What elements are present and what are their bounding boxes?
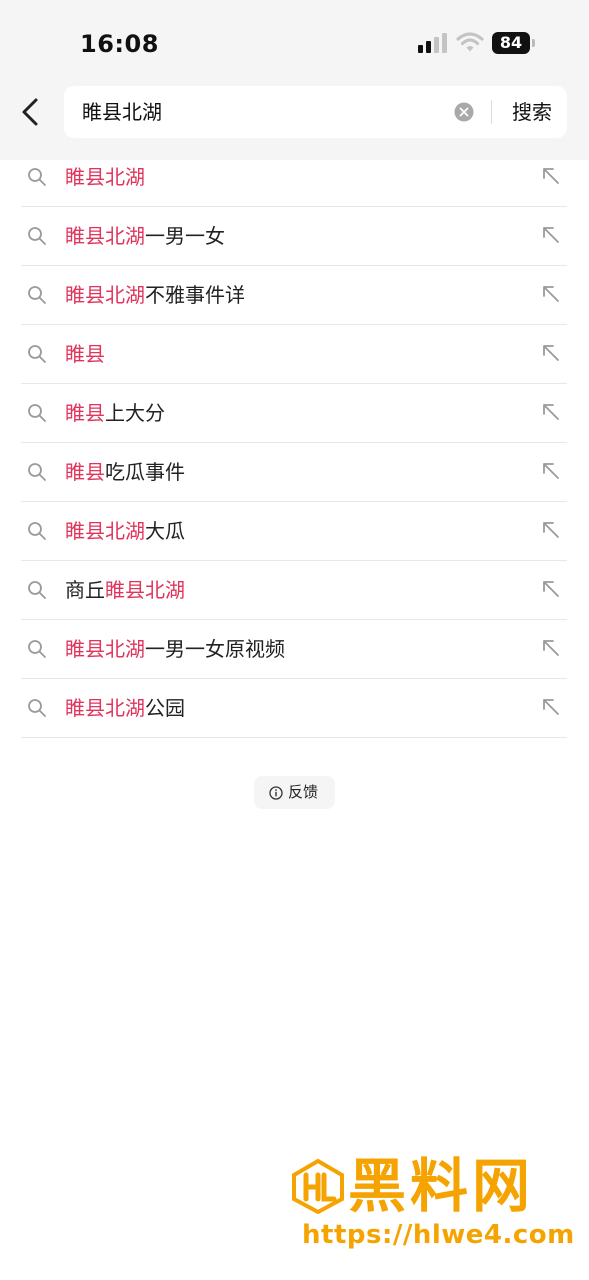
suggestion-item[interactable]: 睢县上大分 [21,384,567,443]
status-time: 16:08 [80,30,159,58]
arrow-up-left-icon[interactable] [541,166,561,186]
suggestion-highlight: 睢县北湖 [65,224,145,248]
arrow-up-left-icon[interactable] [541,225,561,245]
search-icon [28,640,46,658]
arrow-up-left-icon[interactable] [541,402,561,422]
arrow-up-left-icon[interactable] [541,638,561,658]
suggestion-highlight: 睢县北湖 [65,696,145,720]
suggestion-text: 睢县北湖一男一女原视频 [65,620,285,678]
arrow-up-left-icon[interactable] [541,579,561,599]
suggestion-highlight: 睢县北湖 [65,283,145,307]
suggestion-list: 睢县北湖 睢县北湖一男一女 睢县北湖不雅事件详 睢县 睢县上大分 睢县吃瓜事件 … [21,148,567,738]
arrow-up-left-icon[interactable] [541,284,561,304]
suggestion-text: 睢县北湖一男一女 [65,207,225,265]
cellular-signal-icon [418,33,447,53]
suggestion-suffix: 不雅事件详 [145,283,245,307]
suggestion-suffix: 大瓜 [145,519,185,543]
search-icon [28,699,46,717]
suggestion-item[interactable]: 睢县北湖公园 [21,679,567,738]
suggestion-highlight: 睢县 [65,342,105,366]
watermark: 黑料网 https://hlwe4.com [286,1150,576,1260]
search-button[interactable]: 搜索 [502,86,562,138]
suggestion-item[interactable]: 睢县吃瓜事件 [21,443,567,502]
search-box: 睢县北湖 搜索 [64,86,567,138]
search-icon [28,227,46,245]
suggestion-text: 睢县北湖公园 [65,679,185,737]
suggestion-item[interactable]: 睢县 [21,325,567,384]
suggestion-item[interactable]: 睢县北湖 [21,148,567,207]
search-input[interactable]: 睢县北湖 [82,86,442,138]
suggestion-text: 睢县北湖 [65,148,145,206]
watermark-title: 黑料网 [348,1152,535,1220]
suggestion-highlight: 睢县北湖 [65,519,145,543]
suggestion-highlight: 睢县 [65,460,105,484]
info-icon [269,786,283,800]
suggestion-text: 商丘睢县北湖 [65,561,185,619]
suggestion-item[interactable]: 睢县北湖大瓜 [21,502,567,561]
suggestion-suffix: 吃瓜事件 [105,460,185,484]
suggestion-text: 睢县吃瓜事件 [65,443,185,501]
search-icon [28,522,46,540]
arrow-up-left-icon[interactable] [541,520,561,540]
suggestion-highlight: 睢县北湖 [65,637,145,661]
suggestion-text: 睢县上大分 [65,384,165,442]
search-icon [28,286,46,304]
status-bar: 16:08 84 [0,0,589,80]
suggestion-suffix: 公园 [145,696,185,720]
suggestion-highlight: 睢县北湖 [105,578,185,602]
watermark-url: https://hlwe4.com [302,1220,575,1250]
suggestion-suffix: 一男一女 [145,224,225,248]
search-icon [28,463,46,481]
battery-indicator: 84 [492,32,536,54]
wifi-icon [456,32,484,52]
suggestion-highlight: 睢县北湖 [65,165,145,189]
suggestion-text: 睢县北湖大瓜 [65,502,185,560]
arrow-up-left-icon[interactable] [541,461,561,481]
search-icon [28,581,46,599]
suggestion-item[interactable]: 睢县北湖一男一女原视频 [21,620,567,679]
suggestion-item[interactable]: 睢县北湖一男一女 [21,207,567,266]
clear-circle-icon[interactable] [454,102,474,122]
header: 16:08 84 睢县北湖 搜索 [0,0,589,160]
battery-level: 84 [492,32,530,54]
search-icon [28,168,46,186]
suggestion-highlight: 睢县 [65,401,105,425]
suggestion-item[interactable]: 睢县北湖不雅事件详 [21,266,567,325]
suggestion-prefix: 商丘 [65,578,105,602]
feedback-button[interactable]: 反馈 [254,776,335,809]
back-button[interactable] [14,92,50,132]
watermark-logo-icon [292,1158,344,1214]
suggestion-item[interactable]: 商丘睢县北湖 [21,561,567,620]
suggestion-suffix: 上大分 [105,401,165,425]
suggestion-text: 睢县北湖不雅事件详 [65,266,245,324]
feedback-label: 反馈 [288,783,319,801]
suggestion-text: 睢县 [65,325,105,383]
search-icon [28,404,46,422]
arrow-up-left-icon[interactable] [541,343,561,363]
suggestion-suffix: 一男一女原视频 [145,637,285,661]
search-icon [28,345,46,363]
battery-tip [532,39,535,47]
arrow-up-left-icon[interactable] [541,697,561,717]
search-divider [491,100,492,124]
